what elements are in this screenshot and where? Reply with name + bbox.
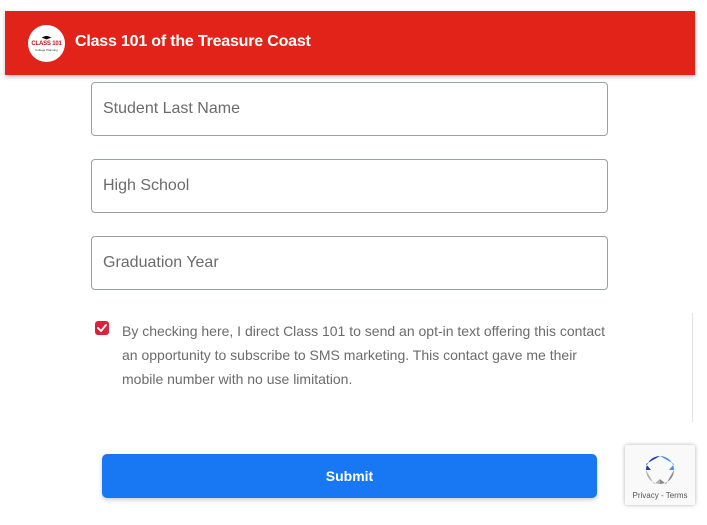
site-header: CLASS 101 College Planning Class 101 of … <box>5 11 695 75</box>
logo-text: CLASS 101 <box>31 40 62 47</box>
student-last-name-input[interactable] <box>92 83 607 135</box>
student-last-name-field <box>91 82 608 136</box>
checkmark-icon <box>97 324 107 332</box>
sms-consent-checkbox[interactable] <box>95 321 109 335</box>
recaptcha-privacy-link[interactable]: Privacy <box>633 491 659 500</box>
graduation-year-field <box>91 236 608 290</box>
site-title: Class 101 of the Treasure Coast <box>75 33 311 50</box>
recaptcha-link-separator: - <box>658 491 666 500</box>
submit-button[interactable]: Submit <box>102 454 597 498</box>
recaptcha-badge[interactable]: Privacy - Terms <box>625 445 695 505</box>
scroll-edge-divider <box>692 313 693 422</box>
class101-logo[interactable]: CLASS 101 College Planning <box>28 25 65 62</box>
recaptcha-icon <box>646 456 674 484</box>
recaptcha-terms-link[interactable]: Terms <box>666 491 688 500</box>
graduation-year-input[interactable] <box>92 237 607 289</box>
high-school-field <box>91 159 608 213</box>
graduation-cap-icon <box>41 35 52 40</box>
recaptcha-links: Privacy - Terms <box>625 491 695 500</box>
logo-subtext: College Planning <box>35 47 58 52</box>
sms-consent-label: By checking here, I direct Class 101 to … <box>122 323 606 387</box>
high-school-input[interactable] <box>92 160 607 212</box>
